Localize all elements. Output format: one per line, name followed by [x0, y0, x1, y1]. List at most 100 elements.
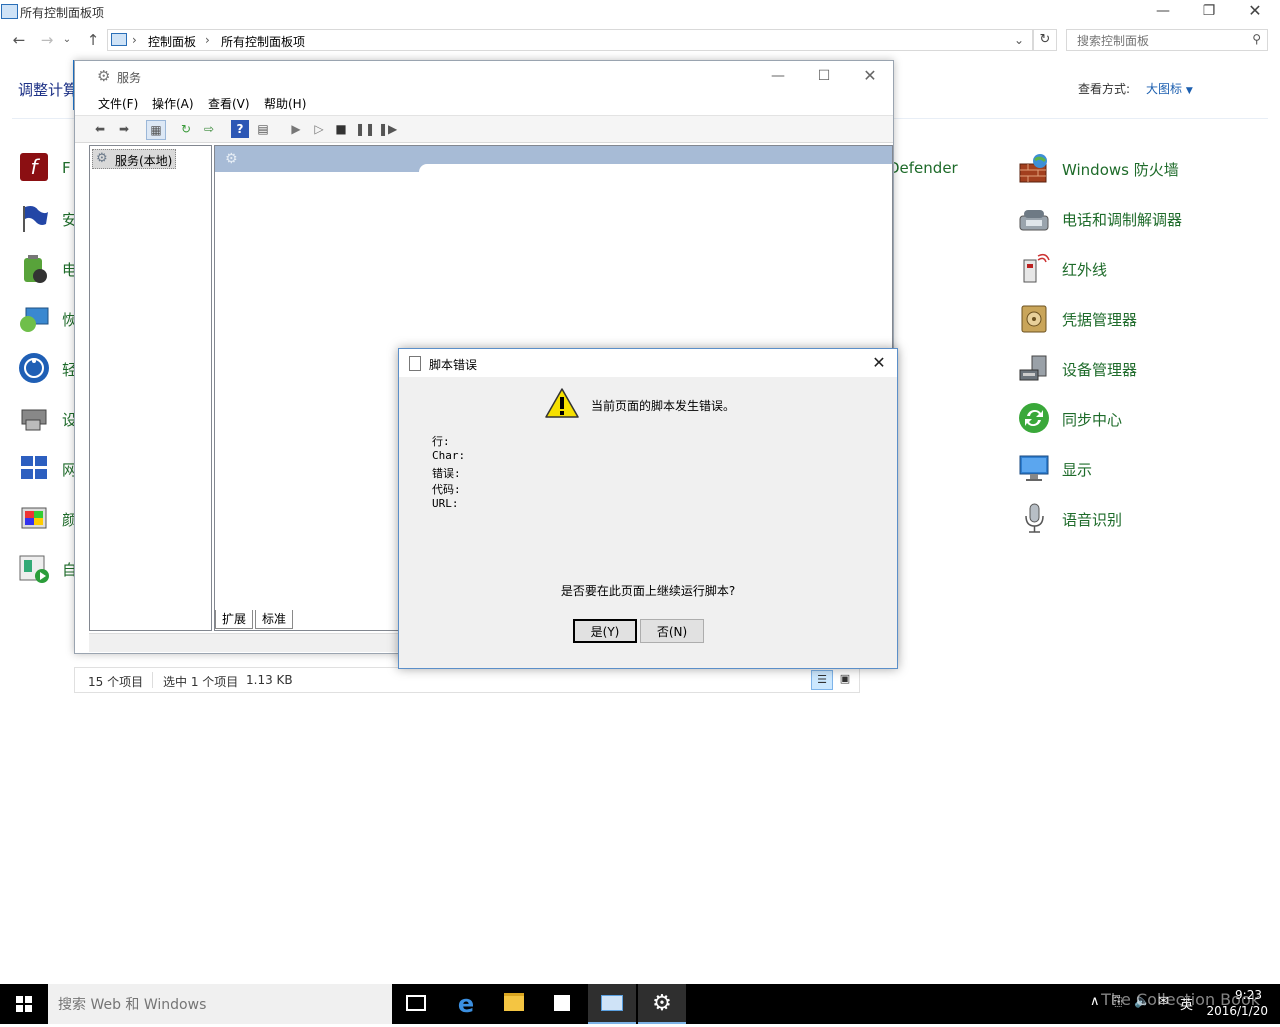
tab-extended[interactable]: 扩展 [215, 610, 254, 629]
address-dropdown-icon[interactable]: ⌄ [1014, 33, 1024, 47]
menu-view[interactable]: 查看(V) [208, 95, 250, 112]
refresh-icon[interactable]: ↻ [1033, 29, 1057, 51]
yes-button[interactable]: 是(Y) [573, 619, 637, 643]
item-count: 15 个项目 [88, 675, 144, 689]
clock-time[interactable]: 9:23 [1235, 988, 1262, 1002]
forward-arrow-icon[interactable]: → [36, 28, 58, 52]
network-icon [18, 452, 50, 484]
services-title: 服务 [117, 71, 142, 85]
control-panel-title: 所有控制面板项 [20, 6, 105, 20]
clock-date[interactable]: 2016/1/20 [1206, 1004, 1268, 1018]
show-hidden-icons-icon[interactable]: ∧ [1090, 994, 1100, 1009]
warning-icon [545, 387, 579, 419]
view-by-label: 查看方式: [1078, 82, 1131, 96]
toolbar-start-icon[interactable]: ▶ [287, 120, 305, 138]
power-icon [18, 252, 50, 284]
dialog-close-button[interactable]: ✕ [865, 352, 893, 374]
error-headline: 当前页面的脚本发生错误。 [591, 399, 736, 413]
address-row: ← → ⌄ ↑ › 控制面板 › 所有控制面板项 ⌄ ↻ ⚲ [0, 28, 1280, 52]
breadcrumb-control-panel[interactable]: 控制面板 [148, 33, 196, 50]
color-icon [18, 502, 50, 534]
restore-button[interactable]: ❐ [1186, 0, 1232, 22]
services-minimize-button[interactable]: — [755, 63, 801, 89]
control-panel-taskbar-icon[interactable] [588, 984, 636, 1024]
menu-file[interactable]: 文件(F) [98, 95, 138, 112]
toolbar-pause-icon[interactable]: ❚❚ [355, 120, 375, 138]
cp-item-defender-label[interactable]: Defender [888, 159, 958, 177]
microphone-icon [1018, 502, 1050, 534]
gear-icon: ⚙ [225, 151, 238, 167]
breadcrumb-separator-icon: › [132, 33, 137, 47]
minimize-button[interactable]: — [1140, 0, 1186, 22]
dialog-title: 脚本错误 [429, 358, 478, 372]
services-maximize-button[interactable]: ☐ [801, 63, 847, 89]
toolbar-restart-icon[interactable]: ❚▶ [378, 120, 397, 138]
result-pane-loading-area [419, 164, 892, 184]
services-taskbar-icon[interactable]: ⚙ [638, 984, 686, 1024]
store-icon[interactable] [538, 984, 586, 1024]
cp-item-label: Windows 防火墙 [1062, 161, 1179, 179]
view-by-value: 大图标 [1146, 82, 1183, 96]
services-close-button[interactable]: ✕ [847, 63, 893, 89]
no-button[interactable]: 否(N) [640, 619, 704, 643]
credential-manager-icon [1018, 302, 1050, 334]
back-arrow-icon[interactable]: ← [8, 28, 30, 52]
selection-size: 1.13 KB [246, 673, 293, 687]
toolbar-export-icon[interactable]: ⇨ [200, 120, 218, 138]
control-panel-app-icon [1, 4, 18, 19]
toolbar-help-icon[interactable]: ? [231, 120, 249, 138]
file-explorer-icon[interactable] [490, 984, 538, 1024]
detail-code: 代码: [432, 483, 461, 496]
autoplay-icon [18, 552, 50, 584]
cp-item-label: 设备管理器 [1062, 361, 1138, 379]
toolbar-stop-icon[interactable]: ■ [332, 120, 350, 138]
toolbar-properties-icon[interactable]: ▤ [254, 120, 272, 138]
detail-error: 错误: [432, 467, 461, 480]
system-tray: ∧ ⎘ 🔈 ✉ 英 The Collection Book 9:23 2016/… [1050, 984, 1280, 1024]
address-bar[interactable]: › 控制面板 › 所有控制面板项 ⌄ [107, 29, 1033, 51]
toolbar-forward-icon[interactable]: ➡ [115, 120, 133, 138]
up-arrow-icon[interactable]: ↑ [82, 28, 104, 52]
edge-browser-icon[interactable]: e [442, 984, 490, 1024]
taskbar-search [48, 984, 392, 1024]
windows-logo-icon [16, 996, 32, 1012]
detail-url: URL: [432, 497, 459, 510]
cp-item-label: 红外线 [1062, 261, 1108, 279]
search-icon[interactable]: ⚲ [1252, 32, 1261, 46]
control-panel-titlebar: 所有控制面板项 — ❐ ✕ [0, 0, 1280, 22]
services-toolbar: ⬅ ➡ ▦ ↻ ⇨ ? ▤ ▶ ▷ ■ ❚❚ ❚▶ [75, 115, 893, 143]
taskbar: e ⚙ ∧ ⎘ 🔈 ✉ 英 The Collection Book 9:23 2… [0, 984, 1280, 1024]
toolbar-console-tree-icon[interactable]: ▦ [146, 120, 166, 140]
gear-icon: ⚙ [96, 151, 108, 166]
tab-standard[interactable]: 标准 [255, 610, 294, 629]
breadcrumb-separator-icon: › [205, 33, 210, 47]
tree-node-services-local[interactable]: ⚙ 服务(本地) [92, 149, 176, 169]
taskbar-search-input[interactable] [56, 995, 380, 1015]
explorer-status-bar: 15 个项目 选中 1 个项目 1.13 KB ☰ ▣ [74, 667, 860, 693]
details-view-icon[interactable]: ☰ [811, 670, 833, 690]
script-error-dialog: 脚本错误 ✕ 当前页面的脚本发生错误。 行: Char: 错误: 代码: URL… [398, 348, 898, 669]
flag-icon [18, 202, 50, 234]
start-button[interactable] [0, 984, 48, 1024]
menu-action[interactable]: 操作(A) [152, 95, 194, 112]
search-input[interactable] [1075, 32, 1239, 50]
toolbar-back-icon[interactable]: ⬅ [91, 120, 109, 138]
recent-chevron-icon[interactable]: ⌄ [60, 28, 74, 52]
view-by-dropdown[interactable]: 大图标 ▼ [1146, 80, 1193, 97]
toolbar-refresh-icon[interactable]: ↻ [177, 120, 195, 138]
large-icons-view-icon[interactable]: ▣ [835, 670, 855, 688]
recovery-icon [18, 302, 50, 334]
phone-modem-icon [1018, 202, 1050, 234]
services-view-tabs: 扩展 标准 [215, 610, 415, 630]
detail-line: 行: [432, 435, 450, 448]
ease-of-access-icon [18, 352, 50, 384]
cp-item-label: 显示 [1062, 461, 1093, 479]
cp-item-label: 电话和调制解调器 [1062, 211, 1183, 229]
breadcrumb-current[interactable]: 所有控制面板项 [221, 33, 305, 50]
menu-help[interactable]: 帮助(H) [264, 95, 306, 112]
device-manager-icon [1018, 352, 1050, 384]
toolbar-start-alt-icon[interactable]: ▷ [310, 120, 328, 138]
tree-node-label: 服务(本地) [115, 154, 173, 168]
close-button[interactable]: ✕ [1232, 0, 1278, 22]
task-view-icon[interactable] [392, 984, 440, 1024]
